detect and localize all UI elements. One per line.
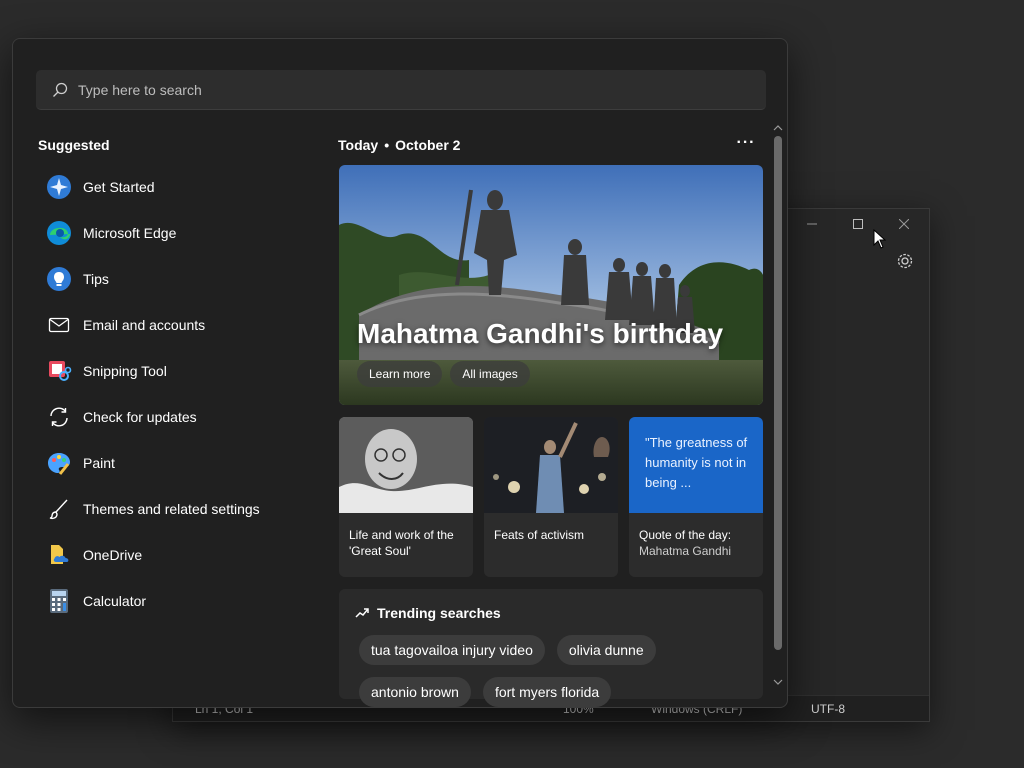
refresh-icon: [45, 403, 73, 431]
card-feats-of-activism[interactable]: Feats of activism: [484, 417, 618, 577]
hero-title: Mahatma Gandhi's birthday: [357, 318, 724, 349]
trending-header: Trending searches: [355, 605, 501, 621]
trending-chip[interactable]: tua tagovailoa injury video: [359, 635, 545, 665]
card-subcaption: Mahatma Gandhi: [639, 544, 732, 558]
notepad-titlebar: [789, 209, 930, 239]
suggested-item-onedrive[interactable]: OneDrive: [43, 532, 313, 578]
search-input[interactable]: [78, 81, 718, 98]
suggested-item-label: Snipping Tool: [83, 363, 167, 379]
suggested-item-check-updates[interactable]: Check for updates: [43, 394, 313, 440]
scroll-down-arrow-icon[interactable]: [773, 678, 783, 688]
search-popup: Suggested Get Started Microsoft Edge Tip…: [12, 38, 788, 708]
calculator-icon: [45, 587, 73, 615]
suggested-item-snipping-tool[interactable]: Snipping Tool: [43, 348, 313, 394]
card-caption: Life and work of the 'Great Soul': [349, 528, 454, 558]
search-icon: [53, 82, 68, 97]
trending-chip[interactable]: olivia dunne: [556, 635, 656, 665]
edge-icon: [45, 219, 73, 247]
card-quote-panel: "The greatness of humanity is not in bei…: [629, 417, 763, 513]
trending-chip[interactable]: antonio brown: [359, 677, 471, 707]
trending-up-icon: [355, 608, 369, 618]
mail-icon: [45, 311, 73, 339]
card-caption: Feats of activism: [494, 528, 585, 542]
minimize-button[interactable]: [789, 209, 835, 239]
maximize-icon: [853, 219, 863, 229]
get-started-icon: [45, 173, 73, 201]
more-options-button[interactable]: ···: [735, 134, 757, 154]
suggested-item-label: Email and accounts: [83, 317, 206, 333]
suggested-item-label: Calculator: [83, 593, 147, 609]
trending-chip[interactable]: fort myers florida: [482, 677, 612, 707]
suggested-item-label: Paint: [83, 455, 115, 471]
brush-icon: [45, 495, 73, 523]
trending-searches: Trending searches tua tagovailoa injury …: [339, 589, 763, 707]
settings-gear-icon[interactable]: [895, 251, 915, 271]
snipping-tool-icon: [45, 357, 73, 385]
card-life-and-work[interactable]: Life and work of the 'Great Soul': [339, 417, 473, 577]
close-icon: [899, 219, 909, 229]
paint-icon: [45, 449, 73, 477]
suggested-item-tips[interactable]: Tips: [43, 256, 313, 302]
suggested-item-label: Get Started: [83, 179, 155, 195]
status-encoding: UTF-8: [811, 702, 845, 716]
card-image-portrait: [339, 417, 473, 513]
suggested-item-label: OneDrive: [83, 547, 143, 563]
learn-more-button[interactable]: Learn more: [357, 361, 443, 387]
hero-buttons: Learn more All images: [357, 361, 530, 387]
today-label: Today: [338, 137, 379, 153]
onedrive-icon: [45, 541, 73, 569]
suggested-list: Get Started Microsoft Edge Tips Email an…: [43, 164, 313, 624]
mouse-cursor-icon: [873, 229, 887, 249]
suggested-item-label: Check for updates: [83, 409, 197, 425]
today-cards: Life and work of the 'Great Soul' Feats …: [339, 417, 763, 577]
suggested-item-themes[interactable]: Themes and related settings: [43, 486, 313, 532]
scroll-thumb[interactable]: [774, 136, 782, 650]
scrollbar[interactable]: [771, 124, 785, 694]
suggested-item-email-accounts[interactable]: Email and accounts: [43, 302, 313, 348]
quote-text: "The greatness of humanity is not in bei…: [645, 435, 748, 490]
tips-icon: [45, 265, 73, 293]
suggested-item-label: Microsoft Edge: [83, 225, 177, 241]
suggested-title: Suggested: [38, 137, 110, 153]
card-image-activism: [484, 417, 618, 513]
suggested-item-edge[interactable]: Microsoft Edge: [43, 210, 313, 256]
today-date: October 2: [395, 137, 461, 153]
suggested-item-get-started[interactable]: Get Started: [43, 164, 313, 210]
suggested-item-label: Tips: [83, 271, 109, 287]
hero-card[interactable]: Mahatma Gandhi's birthday Learn more All…: [339, 165, 763, 405]
today-header: Today • October 2: [338, 137, 461, 153]
trending-title: Trending searches: [377, 605, 501, 621]
close-button[interactable]: [881, 209, 927, 239]
all-images-button[interactable]: All images: [450, 361, 530, 387]
card-caption: Quote of the day:: [639, 528, 732, 542]
suggested-item-label: Themes and related settings: [83, 501, 260, 517]
trending-chips: tua tagovailoa injury video olivia dunne…: [359, 635, 759, 707]
minimize-icon: [807, 223, 817, 225]
suggested-item-paint[interactable]: Paint: [43, 440, 313, 486]
search-box[interactable]: [36, 70, 766, 110]
scroll-up-arrow-icon[interactable]: [773, 124, 783, 134]
card-caption-block: Quote of the day: Mahatma Gandhi: [629, 513, 763, 573]
card-quote-of-day[interactable]: "The greatness of humanity is not in bei…: [629, 417, 763, 577]
suggested-item-calculator[interactable]: Calculator: [43, 578, 313, 624]
